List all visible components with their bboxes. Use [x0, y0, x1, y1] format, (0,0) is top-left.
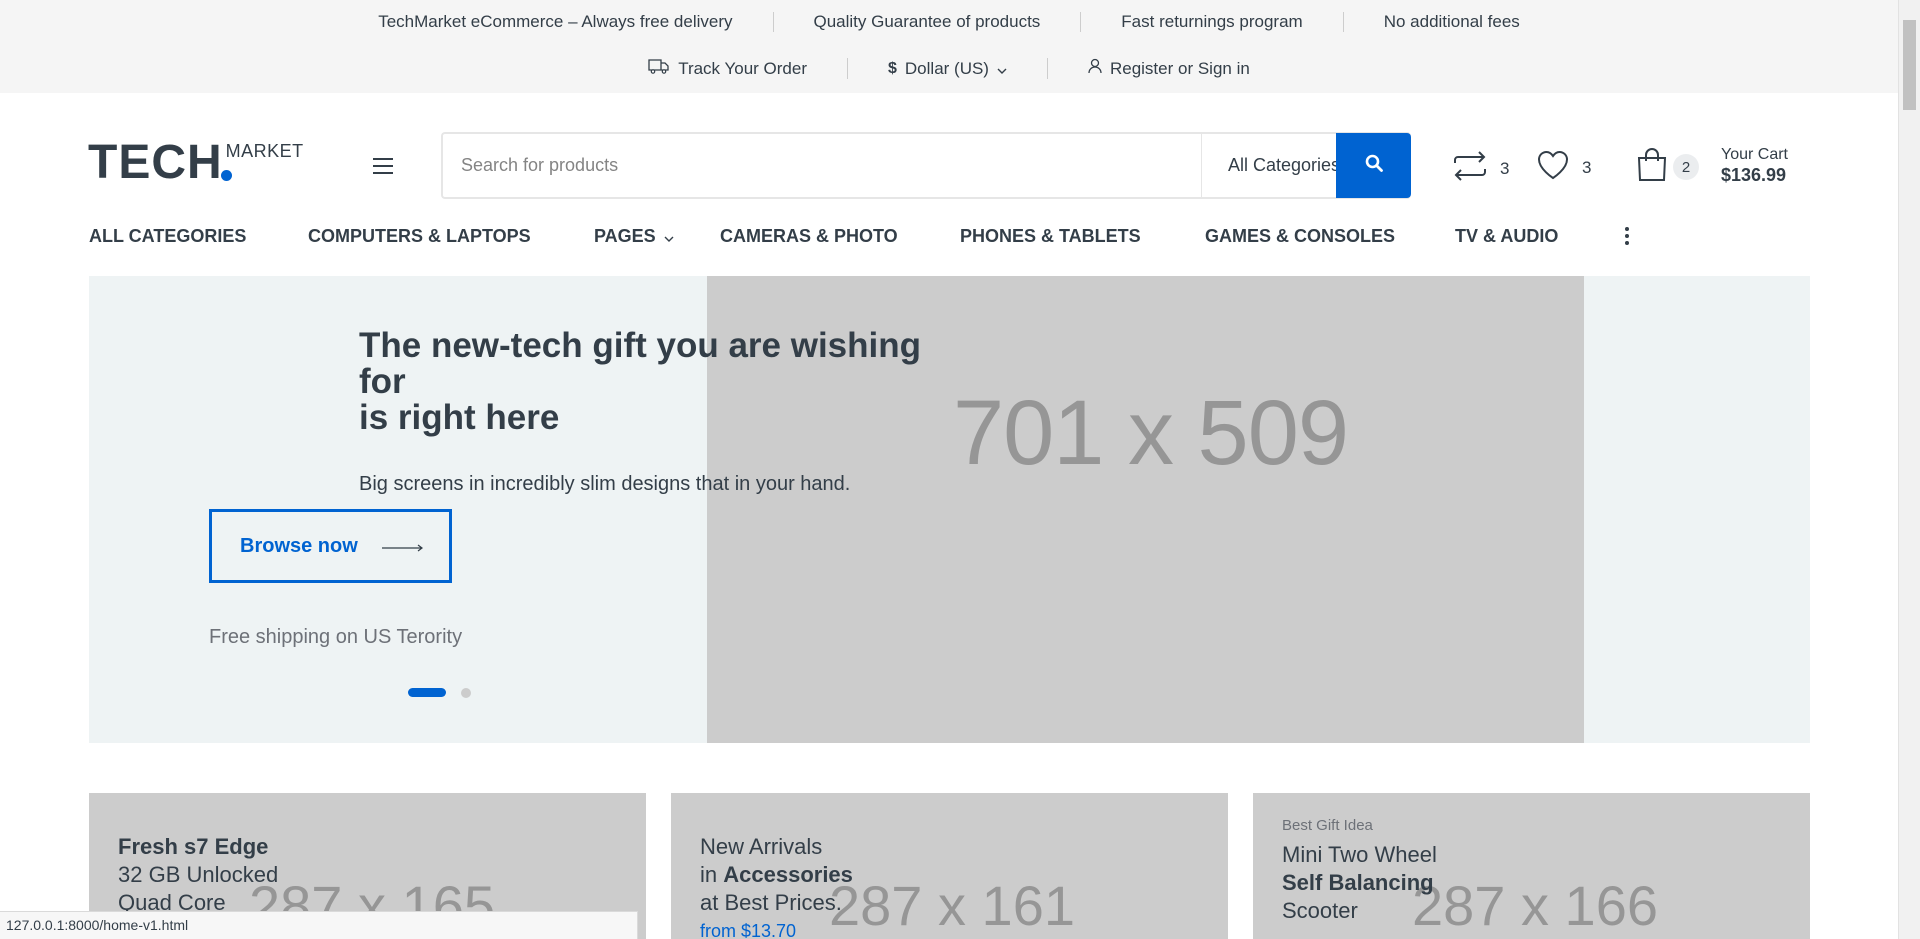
nav-label: GAMES & CONSOLES [1205, 226, 1396, 246]
hero-image-size: 701 x 509 [952, 382, 1349, 484]
user-icon [1088, 58, 1102, 79]
search-input[interactable] [443, 134, 1201, 197]
promo-guarantee: Quality Guarantee of products [774, 12, 1082, 32]
card-text: New Arrivals in Accessories at Best Pric… [700, 833, 853, 939]
dollar-icon: $ [888, 59, 897, 77]
promo-card-2[interactable]: 287 x 161 New Arrivals in Accessories at… [671, 793, 1228, 939]
chevron-down-icon [664, 226, 674, 247]
card-line: at Best Prices. [700, 890, 842, 915]
category-label: All Categories [1228, 155, 1341, 175]
cart-summary[interactable]: Your Cart $136.99 [1721, 144, 1788, 186]
search-button[interactable] [1336, 133, 1411, 198]
more-menu-icon[interactable] [1624, 227, 1630, 247]
currency-dropdown[interactable]: $ Dollar (US) [848, 58, 1048, 79]
currency-label: Dollar (US) [904, 58, 989, 78]
promo-delivery: TechMarket eCommerce – Always free deliv… [338, 12, 774, 32]
nav-label: TV & AUDIO [1455, 226, 1559, 246]
browse-now-button[interactable]: Browse now [209, 509, 452, 583]
top-bar: TechMarket eCommerce – Always free deliv… [0, 0, 1898, 93]
nav-label: PHONES & TABLETS [960, 226, 1141, 246]
arrow-right-icon [381, 535, 424, 558]
card-image-size: 287 x 161 [829, 874, 1075, 937]
wishlist-count: 3 [1582, 157, 1592, 177]
browser-status-url: 127.0.0.1:8000/home-v1.html [0, 911, 638, 939]
truck-icon [648, 58, 670, 79]
promo-fees: No additional fees [1383, 12, 1520, 31]
hero-subtitle: Big screens in incredibly slim designs t… [359, 473, 851, 495]
nav-games-consoles[interactable]: GAMES & CONSOLES [1205, 226, 1395, 247]
cart-count-badge: 2 [1673, 154, 1699, 180]
promo-card-3[interactable]: 287 x 166 Best Gift Idea Mini Two Wheel … [1253, 793, 1810, 939]
scrollbar-thumb[interactable] [1903, 20, 1916, 110]
card-title: Self Balancing [1282, 870, 1434, 895]
nav-label: CAMERAS & PHOTO [720, 226, 898, 246]
nav-computers-laptops[interactable]: COMPUTERS & LAPTOPS [308, 226, 531, 247]
nav-phones-tablets[interactable]: PHONES & TABLETS [960, 226, 1141, 247]
promo-row: TechMarket eCommerce – Always free deliv… [0, 12, 1898, 32]
cart-total: $136.99 [1721, 165, 1787, 185]
cart-label: Your Cart [1721, 146, 1788, 163]
promo-returns: Fast returnings program [1081, 12, 1344, 32]
page-scrollbar[interactable] [1898, 0, 1920, 939]
account-row: Track Your Order $ Dollar (US) Register … [0, 58, 1898, 79]
card-text: Mini Two Wheel Self Balancing Scooter [1282, 841, 1437, 925]
search-icon [1365, 154, 1383, 177]
slider-dot[interactable] [461, 688, 471, 698]
card-line: New Arrivals [700, 834, 823, 859]
card-line: Mini Two Wheel [1282, 842, 1437, 867]
card-line: 32 GB Unlocked [118, 862, 279, 887]
nav-cameras-photo[interactable]: CAMERAS & PHOTO [720, 226, 898, 247]
hero-title-line1: The new-tech gift you are wishing [359, 326, 921, 365]
card-title: Fresh s7 Edge [118, 834, 269, 859]
site-logo[interactable]: TECH MARKET [88, 136, 304, 189]
logo-sub: MARKET [225, 141, 304, 161]
track-order-label: Track Your Order [678, 58, 807, 78]
hero-title: The new-tech gift you are wishing for is… [359, 328, 979, 436]
compare-link[interactable]: 3 [1452, 150, 1509, 187]
hero-title-line2: for [359, 362, 406, 401]
card-text: Fresh s7 Edge 32 GB Unlocked Quad Core [118, 833, 278, 917]
nav-label: ALL CATEGORIES [89, 226, 247, 246]
browse-now-label: Browse now [240, 534, 358, 557]
slider-dot-active[interactable] [408, 688, 446, 697]
cart-link[interactable] [1636, 147, 1668, 188]
nav-label: PAGES [594, 226, 656, 246]
wishlist-link[interactable]: 3 [1536, 149, 1591, 186]
card-highlight: Accessories [723, 862, 853, 887]
card-tag: Best Gift Idea [1282, 817, 1373, 834]
hero-title-line3: is right here [359, 398, 560, 437]
logo-main: TECH [88, 136, 223, 189]
card-line: in Accessories [700, 861, 853, 889]
account-label: Register or Sign in [1109, 58, 1250, 78]
compare-count: 3 [1500, 158, 1510, 178]
search-bar: All Categories [441, 132, 1411, 199]
card-price: from $13.70 [700, 921, 797, 939]
nav-all-categories[interactable]: ALL CATEGORIES [89, 226, 246, 247]
card-line: Scooter [1282, 898, 1358, 923]
shopping-bag-icon [1636, 147, 1668, 188]
hero-slider: 701 x 509 The new-tech gift you are wish… [89, 276, 1810, 743]
card-image-size: 287 x 166 [1412, 874, 1658, 937]
compare-icon [1452, 150, 1488, 187]
nav-tv-audio[interactable]: TV & AUDIO [1455, 226, 1558, 247]
chevron-down-icon [997, 59, 1007, 79]
account-link[interactable]: Register or Sign in [1048, 58, 1290, 79]
heart-icon [1536, 149, 1570, 186]
menu-icon[interactable] [373, 158, 393, 174]
card-line-prefix: in [700, 862, 724, 887]
nav-pages[interactable]: PAGES [594, 226, 674, 247]
nav-label: COMPUTERS & LAPTOPS [308, 226, 531, 246]
track-order-link[interactable]: Track Your Order [608, 58, 848, 79]
hero-shipping-note: Free shipping on US Terority [209, 626, 463, 648]
logo-dot [220, 170, 232, 181]
